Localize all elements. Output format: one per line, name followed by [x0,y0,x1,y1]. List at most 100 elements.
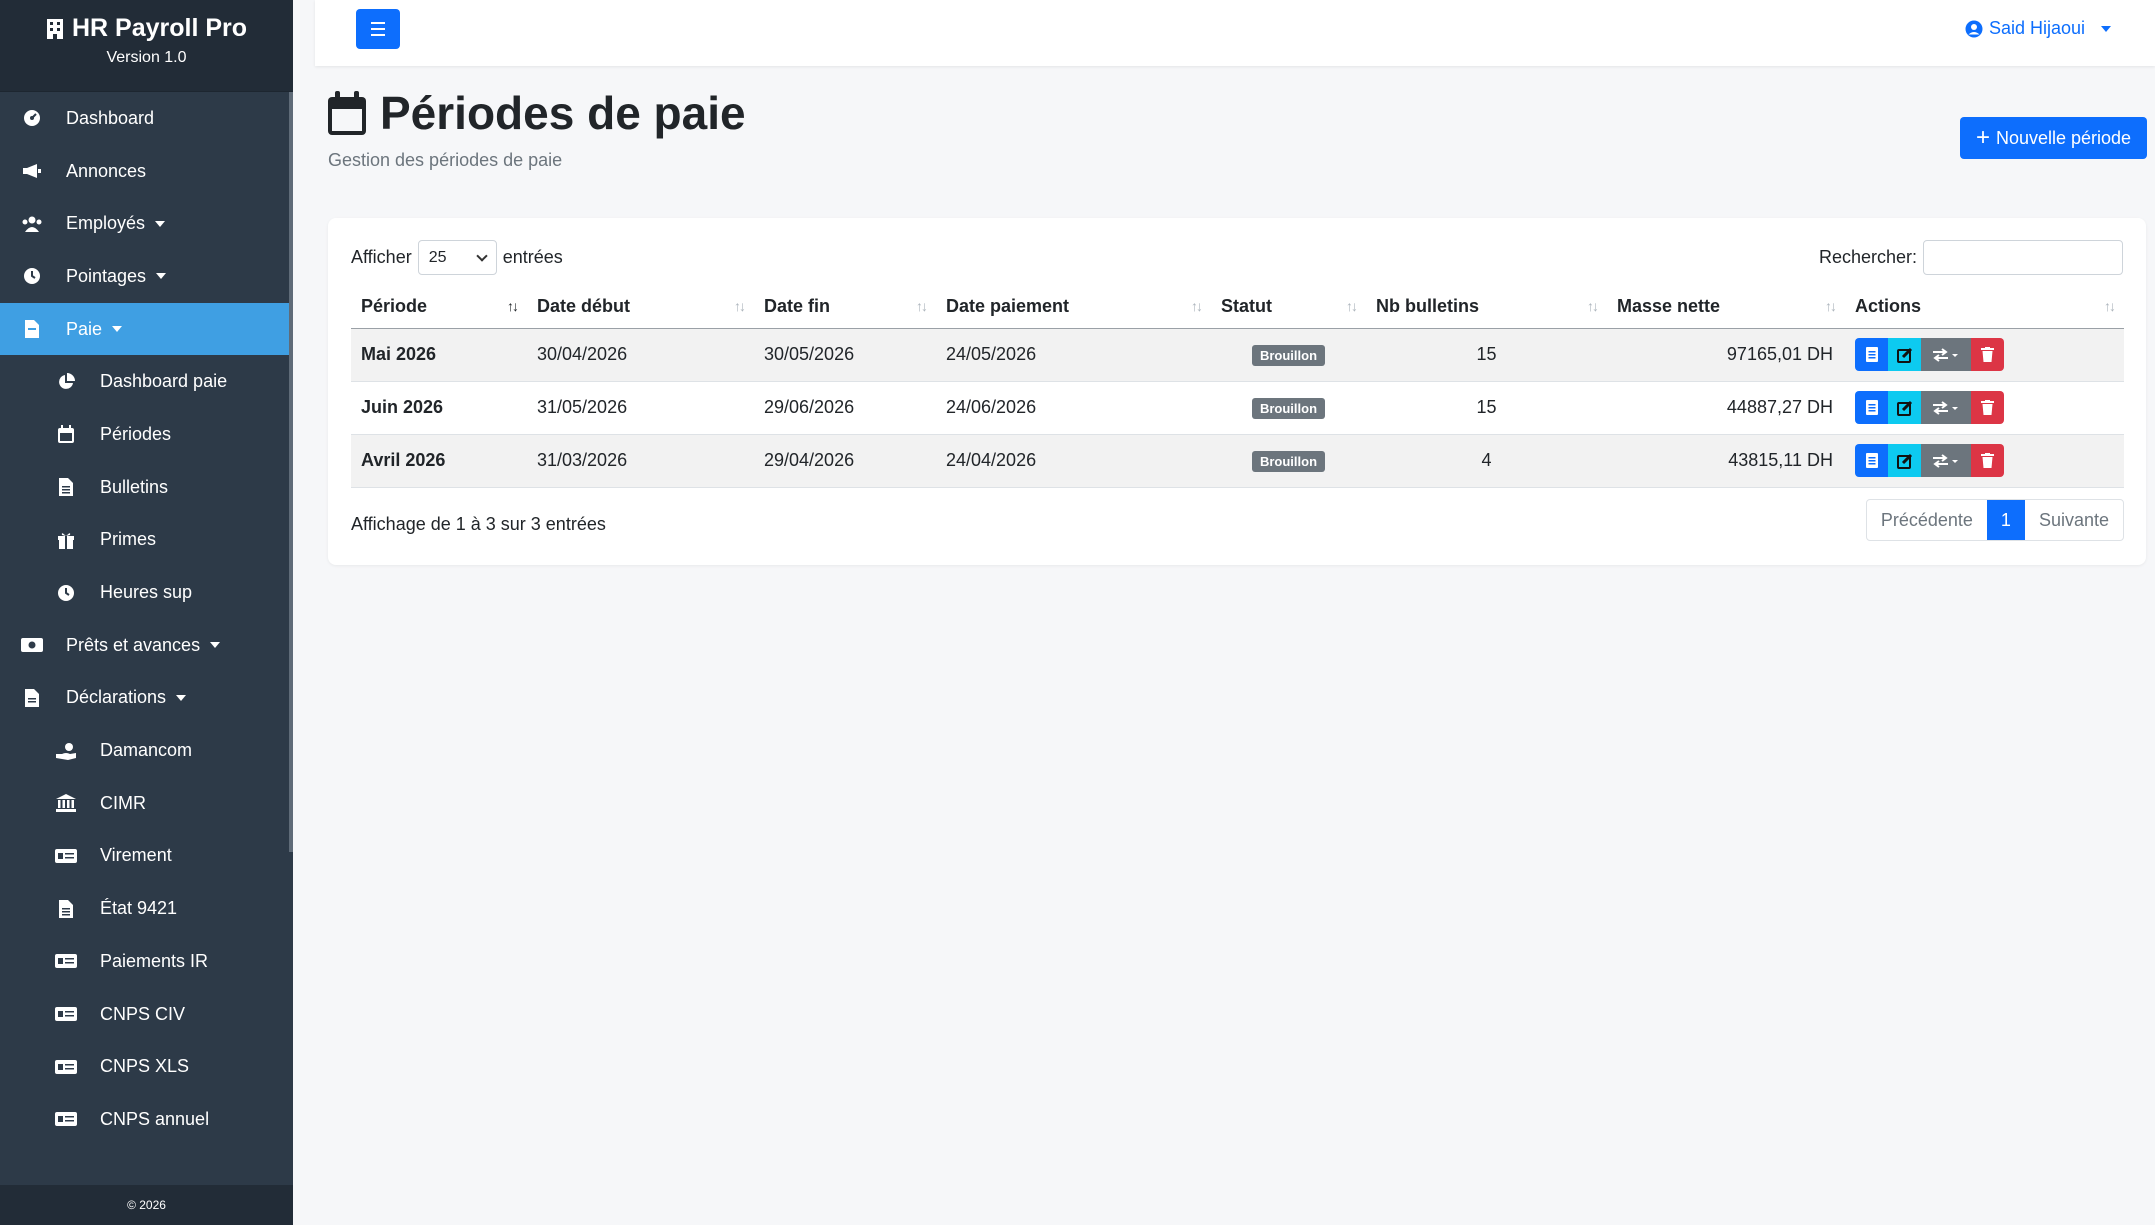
exchange-icon [1931,347,1961,362]
table-info: Affichage de 1 à 3 sur 3 entrées [351,514,606,534]
sidebar-item-etat-9421[interactable]: État 9421 [0,882,289,935]
sidebar-item-dashboard[interactable]: Dashboard [0,92,289,145]
topbar: Said Hijaoui [315,0,2155,66]
table-row: Mai 2026 30/04/2026 30/05/2026 24/05/2026 Br… [351,328,2124,382]
user-menu[interactable]: Said Hijaoui [1965,18,2111,39]
column-header-date-paiement[interactable]: Date paiement ↑↓ [936,286,1211,329]
sidebar-item-cimr[interactable]: CIMR [0,777,289,830]
cell-periode: Mai 2026 [351,328,527,382]
sidebar-item-label: CNPS CIV [100,1003,186,1024]
view-bulletins-button[interactable] [1855,338,1888,371]
sidebar-item-annonces[interactable]: Annonces [0,145,289,198]
cell-date-debut: 31/05/2026 [527,381,754,435]
sidebar-item-pointages[interactable]: Pointages [0,250,289,303]
column-header-statut[interactable]: Statut ↑↓ [1211,286,1366,329]
search-input[interactable] [1923,240,2123,275]
file-invoice-icon [20,318,44,340]
cell-date-paiement: 24/04/2026 [936,434,1211,488]
sidebar-item-virement[interactable]: Virement [0,830,289,883]
gift-icon [54,529,78,551]
delete-button[interactable] [1971,338,2004,371]
sort-icon: ↑↓ [916,298,928,314]
sort-icon: ↑↓ [1825,298,1837,314]
status-dropdown-button[interactable] [1921,338,1971,371]
exchange-icon [1931,400,1961,415]
view-bulletins-button[interactable] [1855,444,1888,477]
next-page-button[interactable]: Suivante [2025,500,2123,540]
cell-nb-bulletins: 4 [1366,434,1607,488]
money-check-icon [54,1056,78,1078]
money-check-icon [54,950,78,972]
column-header-date-debut[interactable]: Date début ↑↓ [527,286,754,329]
delete-button[interactable] [1971,444,2004,477]
sidebar-item-damancom[interactable]: Damancom [0,724,289,777]
cell-masse-nette: 44887,27 DH [1607,381,1845,435]
hand-holding-icon [54,740,78,762]
sidebar-item-periodes[interactable]: Périodes [0,408,289,461]
sidebar-scrollbar[interactable] [289,92,293,852]
file-lines-icon [1865,400,1878,415]
cell-actions [1845,434,2124,488]
edit-button[interactable] [1888,391,1921,424]
edit-icon [1896,400,1913,416]
brand-title[interactable]: HR Payroll Pro [0,14,293,43]
column-header-masse-nette[interactable]: Masse nette ↑↓ [1607,286,1845,329]
status-badge: Brouillon [1251,450,1326,472]
column-header-actions[interactable]: Actions ↑↓ [1845,286,2124,329]
status-dropdown-button[interactable] [1921,391,1971,424]
sidebar-item-label: Damancom [100,740,193,761]
new-period-button[interactable]: + Nouvelle période [1960,117,2147,159]
length-select[interactable]: 25 [417,240,497,275]
row-actions [1855,391,2124,424]
page-subtitle: Gestion des périodes de paie [328,150,563,170]
clock-icon [54,582,78,604]
sort-icon: ↑↓ [1191,298,1203,314]
edit-button[interactable] [1888,444,1921,477]
sidebar-item-label: Paie [66,318,103,339]
page-1-button[interactable]: 1 [1986,500,2025,540]
sidebar-item-paie[interactable]: Paie [0,302,289,356]
column-header-label: Actions [1855,296,1922,317]
cell-actions [1845,328,2124,382]
sidebar-item-label: CNPS annuel [100,1108,210,1129]
brand-name: HR Payroll Pro [71,14,248,42]
sidebar-item-heures-sup[interactable]: Heures sup [0,566,289,619]
sidebar-item-primes[interactable]: Primes [0,514,289,567]
column-header-date-fin[interactable]: Date fin ↑↓ [754,286,936,329]
periods-card: Afficher 25 entrées Rechercher: Période ↑… [328,218,2146,565]
sidebar-item-label: Employés [66,213,146,234]
view-bulletins-button[interactable] [1855,391,1888,424]
cell-statut: Brouillon [1211,328,1366,382]
cell-date-paiement: 24/05/2026 [936,328,1211,382]
column-header-periode[interactable]: Période ↑↓ [351,286,527,329]
sidebar-item-paiements-ir[interactable]: Paiements IR [0,935,289,988]
sidebar-item-dashboard-paie[interactable]: Dashboard paie [0,355,289,408]
file-lines-icon [1865,453,1878,468]
sidebar-item-cnps-xls[interactable]: CNPS XLS [0,1040,289,1093]
prev-page-button[interactable]: Précédente [1867,500,1987,540]
column-header-nb-bulletins[interactable]: Nb bulletins ↑↓ [1366,286,1607,329]
sidebar-item-label: Virement [100,845,172,866]
status-badge: Brouillon [1251,344,1326,366]
sidebar-item-declarations[interactable]: Déclarations [0,672,289,725]
edit-button[interactable] [1888,338,1921,371]
menu-toggle-button[interactable] [356,9,400,49]
sidebar: HR Payroll Pro Version 1.0 Dashboard Anno… [0,0,293,1225]
sidebar-item-prets-et-avances[interactable]: Prêts et avances [0,619,289,672]
status-dropdown-button[interactable] [1921,444,1971,477]
users-icon [20,213,44,235]
file-alt-icon [20,687,44,709]
sidebar-item-cnps-annuel[interactable]: CNPS annuel [0,1093,289,1146]
length-value: 25 [428,248,447,266]
caret-down-icon [112,326,123,333]
cell-actions [1845,381,2124,435]
sidebar-item-cnps-civ[interactable]: CNPS CIV [0,988,289,1041]
delete-button[interactable] [1971,391,2004,424]
sidebar-item-bulletins[interactable]: Bulletins [0,461,289,514]
cell-periode: Avril 2026 [351,434,527,488]
sidebar-item-employes[interactable]: Employés [0,197,289,250]
caret-down-icon [210,642,221,649]
periods-table: Période ↑↓ Date début ↑↓ Date fin ↑↓ Date paie… [351,286,2124,488]
money-check-icon [54,1108,78,1130]
money-bill-icon [20,634,44,656]
